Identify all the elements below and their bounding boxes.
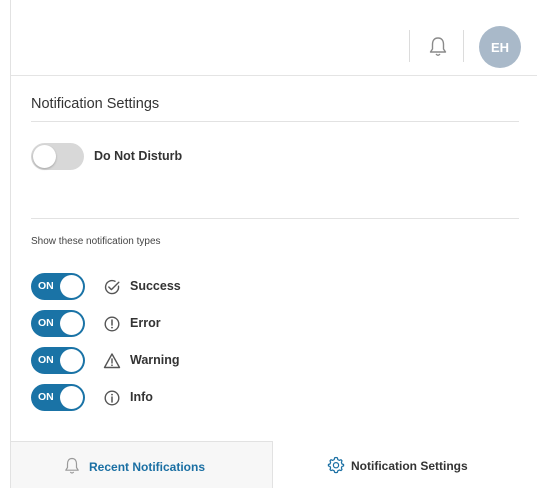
- toggle-knob: [60, 349, 83, 372]
- toggle-knob: [60, 312, 83, 335]
- type-row-success: ON Success: [31, 273, 331, 301]
- type-label: Error: [130, 316, 161, 330]
- type-row-warning: ON Warning: [31, 347, 331, 375]
- check-circle-icon: [104, 279, 120, 295]
- divider: [463, 30, 464, 62]
- toggle-knob: [33, 145, 56, 168]
- avatar[interactable]: EH: [479, 26, 521, 68]
- do-not-disturb-toggle[interactable]: [31, 143, 84, 170]
- toggle-on-text: ON: [38, 280, 54, 292]
- bell-icon: [429, 37, 447, 56]
- success-toggle[interactable]: ON: [31, 273, 85, 300]
- notifications-button[interactable]: [425, 34, 451, 60]
- tab-recent-notifications[interactable]: Recent Notifications: [11, 441, 273, 488]
- divider: [31, 218, 519, 219]
- warning-triangle-icon: [103, 353, 121, 369]
- bell-icon: [65, 457, 79, 474]
- types-label: Show these notification types: [31, 236, 161, 247]
- bottom-tabs: Recent Notifications Notification Settin…: [11, 441, 537, 488]
- divider: [31, 121, 519, 122]
- toggle-knob: [60, 275, 83, 298]
- toggle-knob: [60, 386, 83, 409]
- tab-label: Recent Notifications: [89, 460, 206, 474]
- type-label: Info: [130, 390, 153, 404]
- divider: [409, 30, 410, 62]
- tab-notification-settings[interactable]: Notification Settings: [273, 441, 537, 488]
- toggle-on-text: ON: [38, 317, 54, 329]
- info-circle-icon: [104, 390, 120, 406]
- gear-icon: [327, 456, 345, 474]
- do-not-disturb-label: Do Not Disturb: [94, 149, 183, 163]
- tab-label: Notification Settings: [351, 459, 468, 473]
- exclamation-circle-icon: [104, 316, 120, 332]
- type-label: Success: [130, 279, 181, 293]
- error-toggle[interactable]: ON: [31, 310, 85, 337]
- toggle-on-text: ON: [38, 354, 54, 366]
- top-bar: EH: [11, 0, 537, 76]
- type-row-error: ON Error: [31, 310, 331, 338]
- type-label: Warning: [130, 353, 180, 367]
- toggle-on-text: ON: [38, 391, 54, 403]
- warning-toggle[interactable]: ON: [31, 347, 85, 374]
- info-toggle[interactable]: ON: [31, 384, 85, 411]
- section-title: Notification Settings: [31, 96, 160, 112]
- notification-panel: EH Notification Settings Do Not Disturb …: [10, 0, 537, 488]
- type-row-info: ON Info: [31, 384, 331, 412]
